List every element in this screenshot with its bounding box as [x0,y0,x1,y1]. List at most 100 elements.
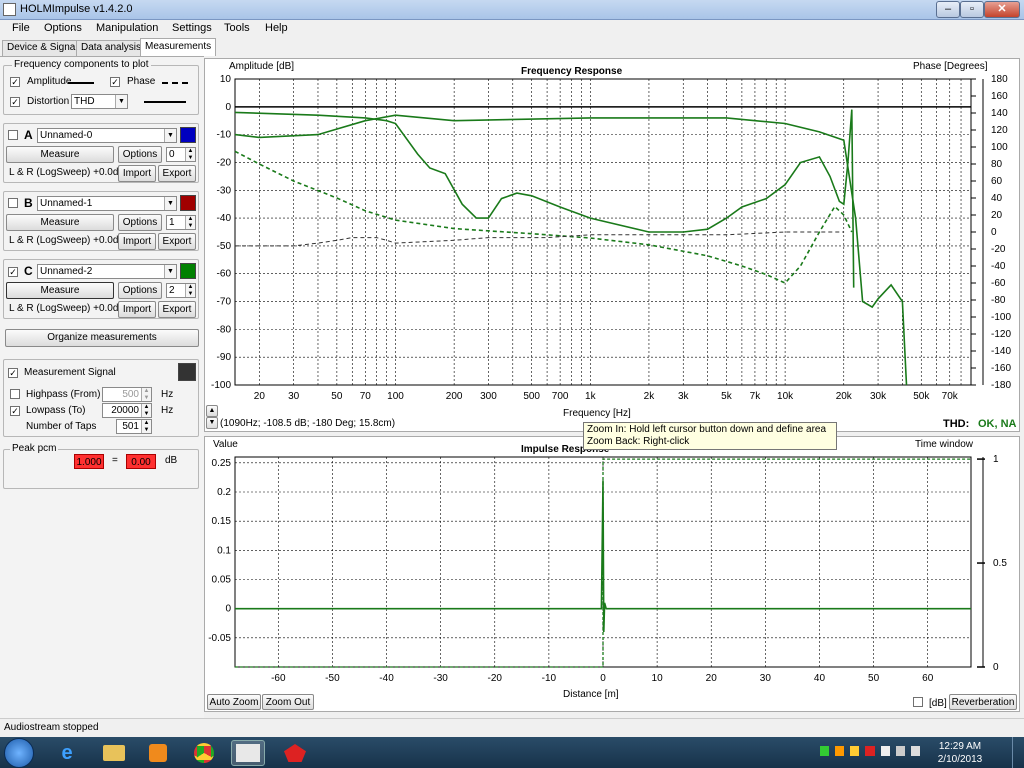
db-checkbox[interactable] [913,697,923,710]
measurement-a-checkbox[interactable] [8,130,18,143]
highpass-input[interactable]: 500 ▲ ▼ [102,387,152,402]
impulse-x-tick-label: -50 [325,673,340,684]
tray-app-icon[interactable] [835,746,845,756]
taskbar-clock[interactable]: 12:29 AM 2/10/2013 [930,740,990,766]
measurement-c-name-select[interactable]: Unnamed-2 ▼ [37,264,177,279]
tray-network-icon[interactable] [820,746,830,756]
freq-y2-tick-label: 100 [991,142,1008,153]
measurement-b-checkbox[interactable] [8,198,18,211]
amplitude-line-sample [68,82,94,84]
signal-color-swatch[interactable] [178,363,196,381]
tray-network2-icon[interactable] [895,746,905,756]
freq-x-tick-label: 700 [552,391,569,402]
measurement-a-channel-spinner[interactable]: 0 ▲ ▼ [166,147,196,162]
show-desktop-button[interactable] [1012,737,1024,768]
tab-measurements[interactable]: Measurements [140,38,217,56]
freq-y-tick-label: -60 [217,269,232,280]
freq-x-tick-label: 100 [387,391,404,402]
measurement-c-options-button[interactable]: Options [118,282,162,299]
readout-up-button[interactable]: ▲ [206,405,218,417]
freq-x-tick-label: 7k [750,391,762,402]
measurement-c-checkbox[interactable]: ✓ [8,266,18,278]
measurement-b-name-select[interactable]: Unnamed-1 ▼ [37,196,177,211]
tray-flag-icon[interactable] [880,746,890,756]
distortion-checkbox[interactable]: ✓ [10,96,20,108]
menu-file[interactable]: File [12,22,30,34]
tray-alert-icon[interactable] [865,746,875,756]
distortion-type-select[interactable]: THD ▼ [71,94,128,109]
freq-ylabel-right: Phase [Degrees] [913,61,988,72]
menu-options[interactable]: Options [44,22,82,34]
explorer-taskbar-icon[interactable] [97,740,131,766]
zoom-out-button[interactable]: Zoom Out [262,694,314,710]
readout-down-button[interactable]: ▼ [206,417,218,429]
impulse-x-tick-label: -20 [488,673,503,684]
holmimpulse-taskbar-icon[interactable] [231,740,265,766]
measurement-a-options-button[interactable]: Options [118,146,162,163]
freq-y2-tick-label: 80 [991,159,1003,170]
ie-taskbar-icon[interactable]: e [50,740,84,766]
media-player-taskbar-icon[interactable] [141,740,175,766]
measurement-b-channel-spinner[interactable]: 1 ▲ ▼ [166,215,196,230]
menu-settings[interactable]: Settings [172,22,212,34]
lowpass-checkbox[interactable]: ✓ [10,405,20,417]
measurement-b-export-button[interactable]: Export [158,233,196,250]
measurement-b-letter: B [24,196,33,210]
chrome-taskbar-icon[interactable] [187,740,221,766]
impulse-y-tick-label: 0.05 [212,575,232,586]
freq-y2-tick-label: -100 [991,312,1011,323]
clock-time: 12:29 AM [938,741,982,752]
taps-input[interactable]: 501 ▲ ▼ [116,419,152,434]
measurement-a-import-button[interactable]: Import [118,165,156,182]
measurement-a-color[interactable] [180,127,196,143]
impulse-chart[interactable]: -60 -50 -40 -30 -20 -10 0 10 20 30 40 50 600.250.20.… [205,437,1021,713]
db-label: [dB] [929,698,947,709]
menu-manipulation[interactable]: Manipulation [96,22,158,34]
tab-data-analysis[interactable]: Data analysis [76,40,147,56]
measurement-c-import-button[interactable]: Import [118,301,156,318]
auto-zoom-button[interactable]: Auto Zoom [207,694,261,710]
impulse-ylabel-left: Value [213,439,238,450]
freq-x-tick-label: 30 [288,391,300,402]
frequency-chart[interactable]: 100-10-20-30-40-50-60-70-80-90-100180160… [205,59,1021,433]
menu-help[interactable]: Help [265,22,288,34]
organize-measurements-button[interactable]: Organize measurements [5,329,199,347]
measurement-b-color[interactable] [180,195,196,211]
start-button[interactable] [4,738,34,768]
measurement-c-measure-button[interactable]: Measure [6,282,114,299]
highpass-checkbox[interactable] [10,389,20,402]
measurement-a-name-select[interactable]: Unnamed-0 ▼ [37,128,177,143]
close-button[interactable]: ✕ [984,1,1020,18]
freq-x-tick-label: 70 [360,391,372,402]
tray-volume-icon[interactable] [910,746,920,756]
freq-y-tick-label: -30 [217,185,232,196]
freq-y2-tick-label: 0 [991,227,997,238]
amplitude-checkbox[interactable]: ✓ [10,76,20,88]
lowpass-input[interactable]: 20000 ▲ ▼ [102,403,152,418]
tab-device-signal[interactable]: Device & Signal [2,40,83,56]
app-taskbar-icon[interactable] [278,740,312,766]
freq-x-tick-label: 200 [446,391,463,402]
lowpass-unit: Hz [161,405,174,416]
measurement-a-measure-button[interactable]: Measure [6,146,114,163]
freq-y-tick-label: -20 [217,157,232,168]
measurement-c-color[interactable] [180,263,196,279]
tray-security-icon[interactable] [850,746,860,756]
measurement-b-import-button[interactable]: Import [118,233,156,250]
impulse-x-tick-label: -10 [542,673,557,684]
minimize-button[interactable]: – [936,1,960,18]
measurement-b-options-button[interactable]: Options [118,214,162,231]
phase-checkbox[interactable]: ✓ [110,76,120,88]
measurement-signal-checkbox[interactable]: ✓ [8,367,18,379]
thd-label: THD: [943,418,970,430]
measurement-b-measure-button[interactable]: Measure [6,214,114,231]
peak-equals: = [112,455,118,466]
measurement-c-export-button[interactable]: Export [158,301,196,318]
freq-x-tick-label: 10k [777,391,794,402]
freq-ylabel-left: Amplitude [dB] [229,61,295,72]
reverberation-button[interactable]: Reverberation [949,694,1017,710]
menu-tools[interactable]: Tools [224,22,250,34]
measurement-a-export-button[interactable]: Export [158,165,196,182]
maximize-button[interactable]: ▫ [960,1,984,18]
measurement-c-channel-spinner[interactable]: 2 ▲ ▼ [166,283,196,298]
